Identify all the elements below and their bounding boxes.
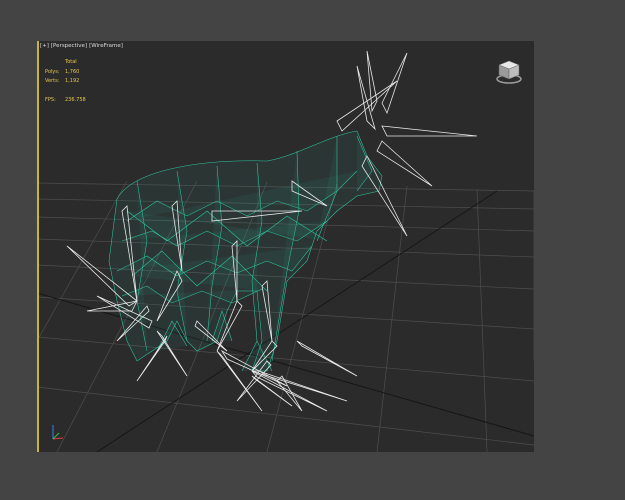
stats-header: Total bbox=[65, 59, 77, 65]
polys-value: 1,760 bbox=[65, 68, 80, 75]
scene-canvas[interactable] bbox=[37, 41, 534, 452]
fps-label: FPS: bbox=[45, 97, 56, 103]
statistics-overlay: Total Polys: 1,760 Verts: 1,192 FPS: 236.75… bbox=[45, 58, 105, 106]
active-viewport-border bbox=[37, 41, 39, 452]
axis-tripod-icon bbox=[52, 425, 64, 440]
polys-label: Polys: bbox=[45, 68, 60, 75]
viewcube-icon[interactable] bbox=[494, 57, 524, 87]
perspective-viewport[interactable]: [+] [Perspective] [WireFrame] Total Polys:… bbox=[37, 41, 534, 452]
verts-value: 1,192 bbox=[65, 78, 80, 84]
viewport-menu-button[interactable]: [+] bbox=[40, 43, 49, 49]
fps-value: 236.758 bbox=[65, 97, 86, 103]
viewport-view-label[interactable]: [Perspective] bbox=[51, 43, 87, 49]
creature-wireframe-mesh[interactable] bbox=[108, 130, 383, 372]
viewport-shading-label[interactable]: [WireFrame] bbox=[89, 43, 123, 49]
verts-label: Verts: bbox=[45, 78, 60, 84]
viewport-label-menu[interactable]: [+] [Perspective] [WireFrame] bbox=[40, 43, 125, 49]
